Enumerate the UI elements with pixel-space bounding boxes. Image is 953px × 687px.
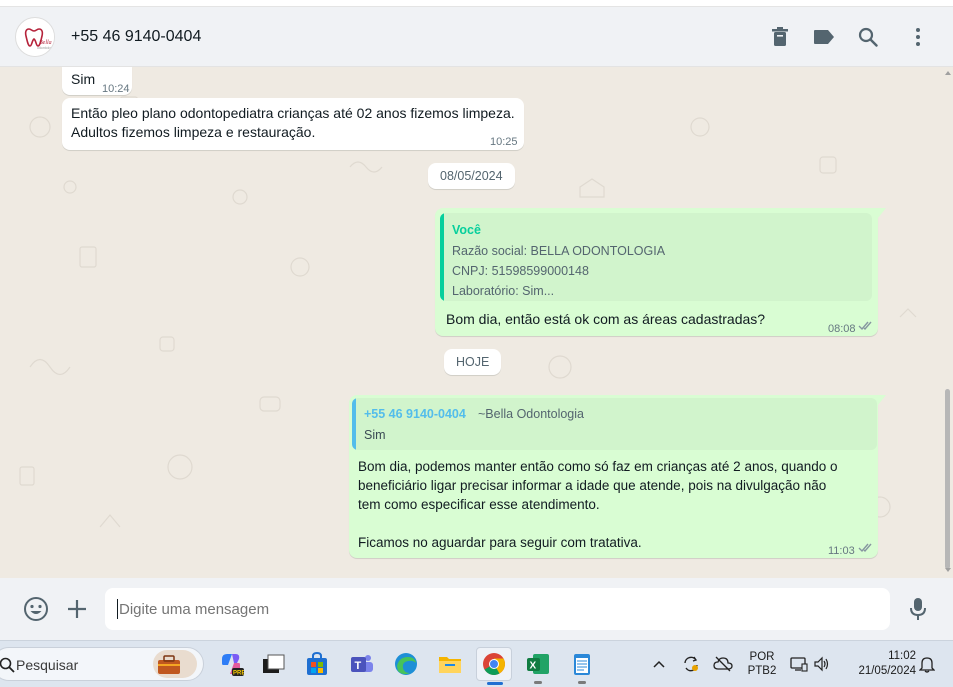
scroll-up-arrow[interactable] — [945, 71, 951, 75]
scrollbar-thumb[interactable] — [945, 389, 950, 569]
excel-icon[interactable]: X — [523, 649, 553, 684]
message-time: 10:25 — [490, 136, 518, 148]
bubble-tail — [878, 395, 886, 405]
scroll-down-arrow[interactable] — [945, 568, 951, 572]
date-separator: 08/05/2024 — [428, 163, 515, 189]
edge-icon[interactable] — [391, 649, 421, 679]
message-time: 11:03 — [828, 545, 855, 557]
bella-logo-icon: Bella odontologia — [17, 19, 55, 56]
teams-icon[interactable]: T — [347, 649, 377, 679]
message-text: Bom dia, então está ok com as áreas cada… — [446, 311, 766, 327]
chat-scrollbar[interactable] — [945, 67, 953, 578]
quote-line: CNPJ: 51598599000148 — [452, 264, 589, 278]
taskbar-search-label: Pesquisar — [16, 657, 79, 673]
trash-icon[interactable] — [768, 25, 792, 49]
message-time: 08:08 — [828, 323, 856, 335]
svg-text:PRE: PRE — [233, 671, 244, 677]
chat-area[interactable]: Sim 10:24 Então pleo plano odontopediatr… — [0, 67, 953, 578]
sync-icon[interactable] — [679, 649, 703, 679]
taskbar-search[interactable]: Pesquisar — [0, 647, 204, 681]
quote-line: Razão social: BELLA ODONTOLOGIA — [452, 244, 666, 258]
store-icon[interactable] — [302, 649, 332, 679]
language-code: POR — [749, 651, 775, 663]
running-indicator — [534, 681, 542, 684]
quote-line: Laboratório: Sim... — [452, 284, 555, 298]
message-line: Bom dia, podemos manter então como só fa… — [358, 459, 838, 474]
network-icon[interactable] — [788, 649, 810, 679]
copilot-icon[interactable]: PRE — [216, 649, 246, 679]
incoming-message[interactable]: Então pleo plano odontopediatra crianças… — [62, 98, 524, 150]
cloud-off-icon[interactable] — [711, 649, 735, 679]
quote-author: Você — [452, 223, 481, 237]
incoming-message[interactable]: Sim 10:24 — [62, 67, 132, 95]
quote-author: +55 46 9140-0404 — [364, 407, 466, 421]
quoted-message[interactable]: Você Razão social: BELLA ODONTOLOGIA CNP… — [440, 213, 872, 301]
label-icon[interactable] — [812, 25, 836, 49]
bubble-tail — [878, 208, 886, 218]
menu-icon[interactable] — [906, 25, 930, 49]
double-check-icon — [858, 543, 872, 553]
windows-taskbar: Pesquisar PRE T X POR PTB2 11:02 21/05/2… — [0, 640, 953, 687]
quote-bar — [440, 213, 444, 301]
clock-date: 21/05/2024 — [858, 665, 916, 677]
contact-name[interactable]: +55 46 9140-0404 — [71, 28, 201, 46]
emoji-icon[interactable] — [23, 596, 49, 622]
message-line: tem como especificar esse atendimento. — [358, 497, 600, 512]
search-icon[interactable] — [856, 25, 880, 49]
quoted-message[interactable]: +55 46 9140-0404 ~Bella Odontologia Sim — [352, 398, 877, 450]
outgoing-message[interactable]: Você Razão social: BELLA ODONTOLOGIA CNP… — [435, 208, 886, 336]
window-top-strip — [0, 0, 953, 7]
quote-line: Sim — [364, 428, 386, 442]
message-line: Ficamos no aguardar para seguir com trat… — [358, 535, 642, 550]
outgoing-message[interactable]: +55 46 9140-0404 ~Bella Odontologia Sim … — [349, 395, 886, 558]
double-check-icon — [858, 321, 872, 331]
date-separator: HOJE — [444, 349, 502, 375]
clock-time: 11:02 — [888, 650, 916, 662]
chevron-up-icon[interactable] — [648, 649, 670, 679]
message-text: Sim — [71, 71, 96, 87]
task-view-icon[interactable] — [258, 649, 288, 679]
quote-author-name: ~Bella Odontologia — [478, 407, 584, 421]
volume-icon[interactable] — [811, 649, 833, 679]
chrome-icon[interactable] — [476, 647, 512, 685]
message-line: Então pleo plano odontopediatra crianças… — [71, 105, 515, 121]
briefcase-icon — [153, 650, 197, 678]
message-line: Adultos fizemos limpeza e restauração. — [71, 124, 316, 140]
svg-text:T: T — [355, 660, 362, 672]
avatar[interactable]: Bella odontologia — [15, 17, 55, 57]
quote-bar — [352, 398, 356, 450]
svg-text:odontologia: odontologia — [37, 46, 55, 50]
language-indicator[interactable]: POR PTB2 — [746, 651, 778, 677]
message-composer — [0, 578, 953, 640]
running-indicator — [578, 681, 586, 684]
notepad-icon[interactable] — [567, 649, 597, 684]
notification-bell-icon[interactable] — [916, 649, 938, 679]
svg-text:X: X — [530, 661, 537, 672]
text-caret — [117, 599, 118, 619]
chat-header[interactable]: Bella odontologia +55 46 9140-0404 — [0, 7, 953, 67]
file-explorer-icon[interactable] — [435, 649, 465, 679]
message-time: 10:24 — [102, 83, 130, 95]
active-indicator — [487, 682, 503, 685]
message-input[interactable] — [105, 588, 890, 630]
system-clock[interactable]: 11:02 21/05/2024 — [844, 650, 916, 677]
keyboard-layout: PTB2 — [747, 665, 777, 677]
attach-plus-icon[interactable] — [66, 598, 88, 620]
microphone-icon[interactable] — [907, 597, 929, 621]
message-line: beneficiário ligar precisar informar a i… — [358, 478, 827, 493]
search-icon — [0, 657, 15, 673]
